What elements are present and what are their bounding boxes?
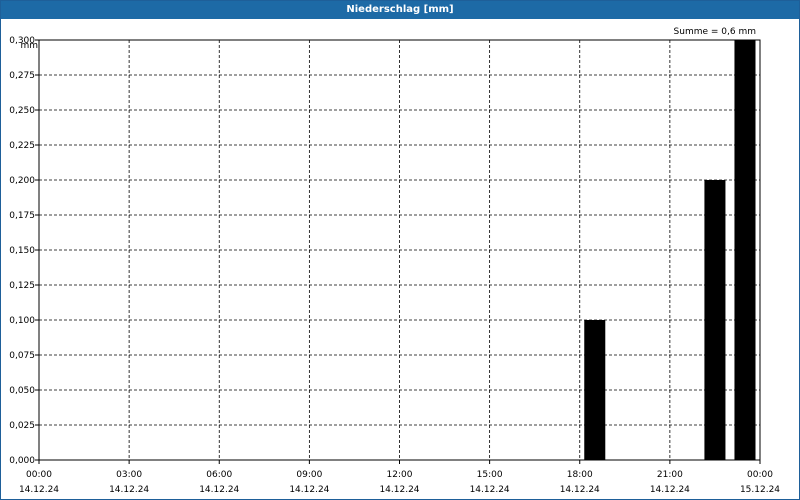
y-tick-label: 0,250 [9, 106, 35, 116]
x-tick-date: 15.12.24 [740, 485, 780, 495]
y-tick-label: 0,125 [9, 281, 35, 291]
precipitation-chart: mm Summe = 0,6 mm 0,0000,0250,0500,0750,… [9, 27, 780, 495]
y-tick-label: 0,150 [9, 246, 35, 256]
x-tick-date: 14.12.24 [650, 485, 690, 495]
grid-lines [39, 40, 760, 460]
x-tick-date: 14.12.24 [289, 485, 329, 495]
x-tick-date: 14.12.24 [199, 485, 239, 495]
x-tick-date: 14.12.24 [560, 485, 600, 495]
y-tick-labels: 0,000 0,025 0,050 0,075 0,100 0,125 0,150 0,175… [9, 36, 39, 466]
x-tick-time: 12:00 [387, 470, 413, 480]
y-tick-label: 0,200 [9, 176, 35, 186]
y-tick-label: 0,000 [9, 456, 35, 466]
y-tick-label: 0,275 [9, 71, 35, 81]
precipitation-bar [734, 40, 756, 460]
x-tick-labels: 00:00 14.12.24 03:00 14.12.24 06:00 14.12.24 0… [19, 460, 780, 495]
x-tick-time: 21:00 [657, 470, 683, 480]
x-tick-time: 03:00 [116, 470, 142, 480]
y-tick-label: 0,025 [9, 421, 35, 431]
x-tick-time: 18:00 [567, 470, 593, 480]
precipitation-bar [704, 180, 726, 460]
y-tick-label: 0,100 [9, 316, 35, 326]
y-tick-label: 0,175 [9, 211, 35, 221]
x-tick-date: 14.12.24 [470, 485, 510, 495]
x-tick-date: 14.12.24 [379, 485, 419, 495]
precipitation-bar [584, 320, 606, 460]
y-tick-label: 0,050 [9, 386, 35, 396]
x-tick-time: 09:00 [296, 470, 322, 480]
y-tick-label: 0,225 [9, 141, 35, 151]
y-tick-label: 0,075 [9, 351, 35, 361]
x-tick-time: 00:00 [747, 470, 773, 480]
x-tick-time: 00:00 [26, 470, 52, 480]
x-tick-date: 14.12.24 [19, 485, 59, 495]
x-tick-time: 15:00 [477, 470, 503, 480]
x-tick-date: 14.12.24 [109, 485, 149, 495]
sum-annotation: Summe = 0,6 mm [674, 27, 756, 37]
y-tick-label: 0,300 [9, 36, 35, 46]
x-tick-time: 06:00 [206, 470, 232, 480]
